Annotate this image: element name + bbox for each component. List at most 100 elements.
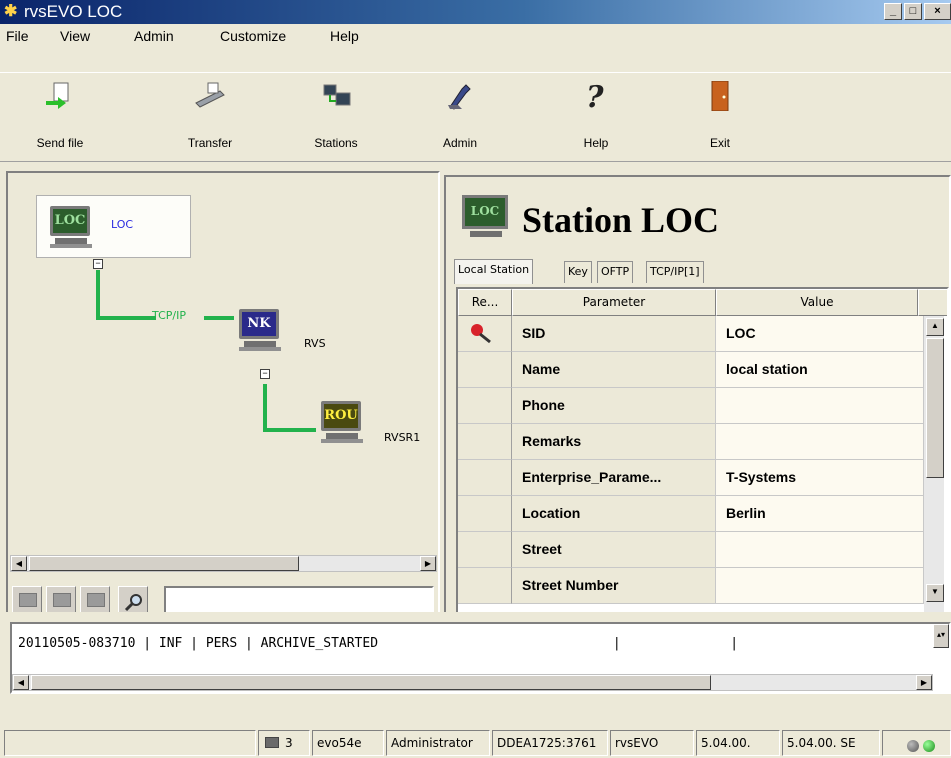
value-cell[interactable]: local station [716, 352, 924, 388]
status-version-se: 5.04.00. SE [782, 730, 880, 756]
search-icon [124, 594, 142, 612]
scroll-right-icon[interactable]: ▶ [420, 556, 436, 571]
minimize-button[interactable]: _ [884, 3, 902, 20]
tab-oftp[interactable]: OFTP [597, 261, 634, 283]
scroll-left-icon[interactable]: ◀ [11, 556, 27, 571]
connections-count: 3 [258, 730, 310, 756]
grid-vertical-scrollbar[interactable]: ▲ ▼ [924, 316, 944, 613]
row-required-cell [458, 388, 512, 424]
menu-customize[interactable]: Customize [220, 28, 286, 44]
value-cell[interactable]: Berlin [716, 496, 924, 532]
topology-pane: LOC LOC − TCP/IP NK RVS − ROU RVSR1 ◀ ▶ [6, 171, 440, 627]
help-button[interactable]: ? Help [556, 80, 636, 151]
value-cell[interactable] [716, 388, 924, 424]
monitor-icon [87, 593, 105, 607]
log-scroll-right-icon[interactable]: ▶ [916, 675, 932, 690]
monitor-icon [53, 593, 71, 607]
parameter-cell[interactable]: Enterprise_Parame... [512, 460, 716, 496]
title-bar: ✱ rvsEVO LOC _ □ × [0, 0, 951, 24]
status-indicators [882, 730, 951, 756]
log-scroll-thumb[interactable] [31, 675, 711, 690]
parameter-cell[interactable]: Remarks [512, 424, 716, 460]
log-horizontal-scrollbar[interactable]: ◀ ▶ [12, 674, 933, 691]
transfer-icon [195, 82, 225, 108]
admin-button[interactable]: Admin [420, 81, 500, 151]
status-version: 5.04.00. [696, 730, 780, 756]
station-title: Station LOC [522, 200, 720, 240]
admin-icon [448, 84, 471, 110]
menu-file[interactable]: File [6, 28, 29, 44]
menu-view[interactable]: View [60, 28, 90, 44]
send-file-icon [46, 82, 69, 109]
app-logo-icon: ✱ [4, 3, 18, 20]
station-monitor-icon: LOC [460, 193, 512, 241]
scroll-thumb[interactable] [29, 556, 299, 571]
help-icon: ? [586, 80, 604, 115]
monitor-icon [265, 737, 279, 748]
exit-icon [711, 80, 729, 112]
row-required-cell [458, 496, 512, 532]
column-header-spacer [918, 289, 947, 316]
toolbar: Send file Transfer Stations Admin ? Help… [0, 72, 951, 162]
value-cell[interactable] [716, 568, 924, 604]
value-cell[interactable]: T-Systems [716, 460, 924, 496]
value-cell[interactable] [716, 424, 924, 460]
tab-local-station[interactable]: Local Station [454, 259, 534, 284]
status-product: rvsEVO [610, 730, 694, 756]
collapse-toggle-rvs[interactable]: − [260, 369, 270, 379]
row-required-cell [458, 460, 512, 496]
svg-text:?: ? [586, 81, 604, 111]
station-label-rvs: RVS [304, 337, 326, 350]
exit-button[interactable]: Exit [680, 80, 760, 151]
topology-links [96, 270, 316, 432]
stations-button[interactable]: Stations [296, 81, 376, 151]
log-entry: 20110505-083710 | INF | PERS | ARCHIVE_S… [18, 636, 739, 651]
status-host: evo54e [312, 730, 384, 756]
row-required-cell [458, 532, 512, 568]
scroll-up-icon[interactable]: ▲ [926, 318, 944, 336]
monitor-icon [19, 593, 37, 607]
transfer-button[interactable]: Transfer [170, 81, 250, 151]
required-pin-icon [471, 324, 491, 344]
menu-bar: File View Admin Customize Help [0, 24, 951, 48]
column-header-value[interactable]: Value [716, 289, 918, 316]
log-list[interactable]: 20110505-083710 | INF | PERS | ARCHIVE_S… [10, 622, 951, 694]
parameter-cell[interactable]: Location [512, 496, 716, 532]
maximize-button[interactable]: □ [904, 3, 922, 20]
log-scroll-left-icon[interactable]: ◀ [13, 675, 29, 690]
parameter-cell[interactable]: Name [512, 352, 716, 388]
tab-key[interactable]: Key [564, 261, 592, 283]
topology-horizontal-scrollbar[interactable]: ◀ ▶ [10, 555, 437, 572]
menu-help[interactable]: Help [330, 28, 359, 44]
menu-admin[interactable]: Admin [134, 28, 174, 44]
status-address: DDEA1725:3761 [492, 730, 608, 756]
parameter-cell[interactable]: SID [512, 316, 716, 352]
value-cell[interactable] [716, 532, 924, 568]
parameter-cell[interactable]: Street [512, 532, 716, 568]
column-header-required[interactable]: Re... [458, 289, 512, 316]
link-label-tcpip: TCP/IP [152, 309, 186, 322]
status-led-gray-icon [907, 740, 919, 752]
parameter-cell[interactable]: Phone [512, 388, 716, 424]
log-scroll-updown-icon[interactable]: ▴▾ [933, 624, 949, 648]
row-required-cell [458, 352, 512, 388]
send-file-button[interactable]: Send file [20, 81, 100, 151]
log-panel: 20110505-083710 | INF | PERS | ARCHIVE_S… [6, 612, 951, 706]
value-cell[interactable]: LOC [716, 316, 924, 352]
station-node-nk[interactable]: NK [236, 307, 284, 353]
close-button[interactable]: × [924, 3, 951, 20]
station-label-rvsr1: RVSR1 [384, 431, 421, 444]
row-required-cell [458, 424, 512, 460]
window-title: rvsEVO LOC [24, 2, 123, 21]
column-header-parameter[interactable]: Parameter [512, 289, 716, 316]
status-bar: 3 evo54e Administrator DDEA1725:3761 rvs… [0, 728, 951, 758]
stations-icon [323, 84, 351, 106]
tab-tcpip-1[interactable]: TCP/IP[1] [646, 261, 704, 283]
status-message [4, 730, 256, 756]
parameter-cell[interactable]: Street Number [512, 568, 716, 604]
parameter-grid: Re... Parameter Value SID LOC Name local st… [456, 287, 949, 615]
scroll-down-icon[interactable]: ▼ [926, 584, 944, 602]
grid-scroll-thumb[interactable] [926, 338, 944, 478]
status-user: Administrator [386, 730, 490, 756]
station-node-rou[interactable]: ROU [318, 399, 366, 445]
